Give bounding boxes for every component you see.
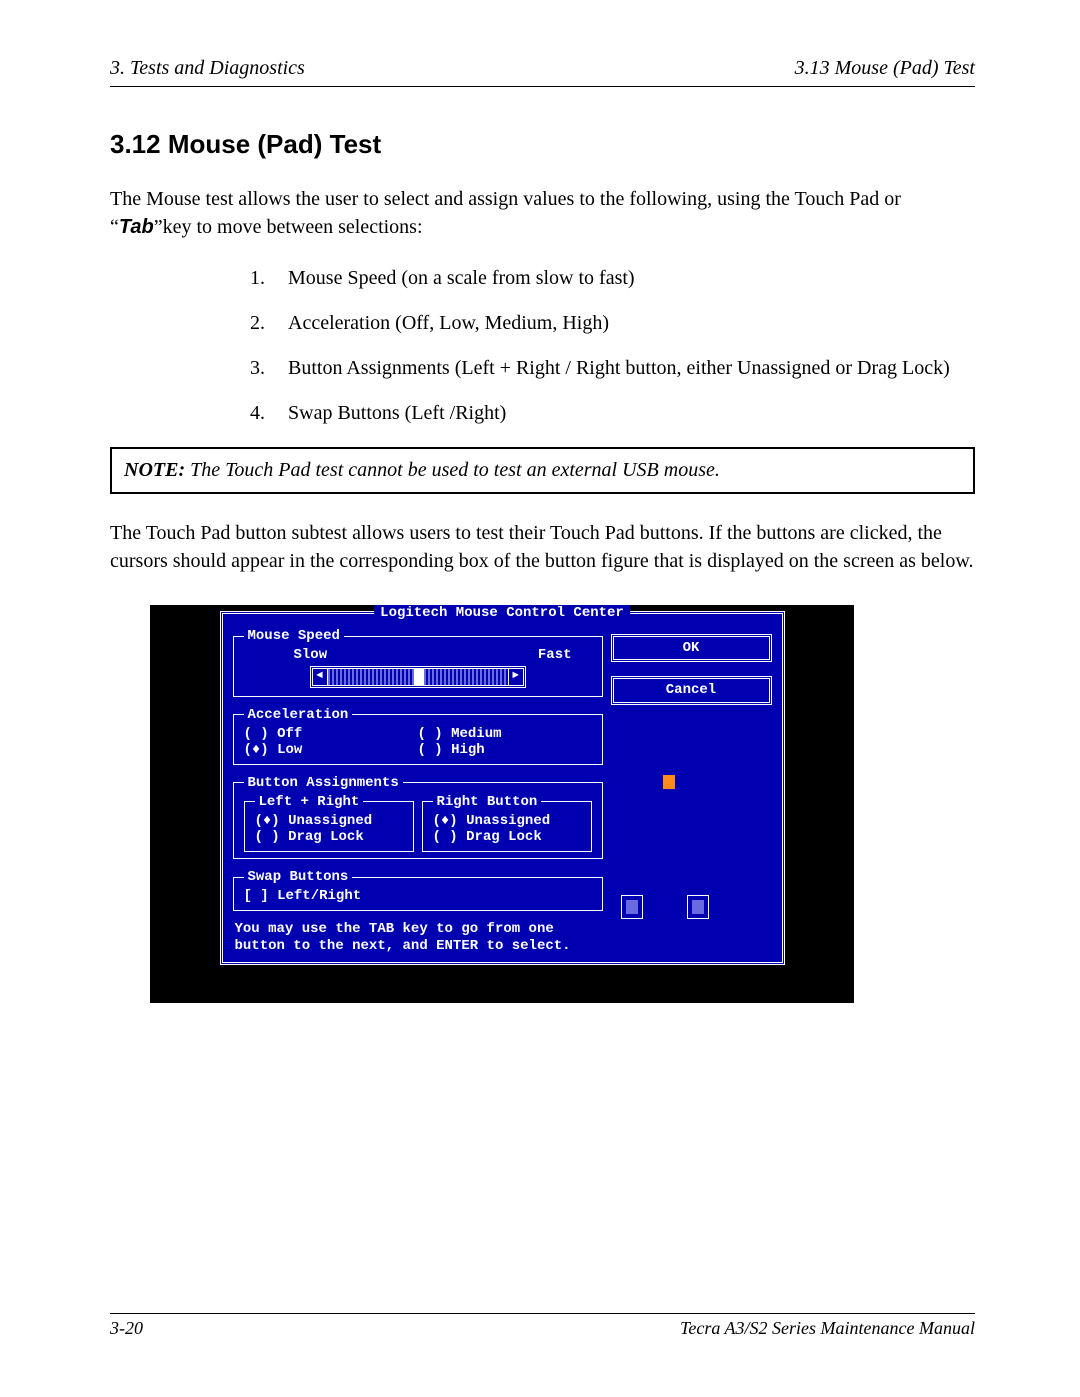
left-right-group: Left + Right (♦) Unassigned ( ) Drag Loc…	[244, 794, 414, 852]
rb-draglock-radio[interactable]: ( ) Drag Lock	[433, 829, 581, 845]
button-assignments-group: Button Assignments Left + Right (♦) Unas…	[233, 775, 603, 859]
list-item: Button Assignments (Left + Right / Right…	[250, 357, 975, 380]
paragraph-2: The Touch Pad button subtest allows user…	[110, 520, 975, 575]
dos-left-col: Mouse Speed Slow Fast ◄	[233, 618, 603, 953]
left-button-indicator	[621, 895, 643, 919]
feature-list: Mouse Speed (on a scale from slow to fas…	[250, 267, 975, 425]
swap-buttons-legend: Swap Buttons	[244, 869, 353, 885]
slider-track[interactable]	[328, 669, 508, 685]
screenshot-figure: Logitech Mouse Control Center Mouse Spee…	[150, 605, 854, 1002]
mouse-speed-legend: Mouse Speed	[244, 628, 344, 644]
slider-thumb[interactable]	[414, 669, 424, 685]
header-right: 3.13 Mouse (Pad) Test	[795, 57, 975, 80]
accel-high-radio[interactable]: ( ) High	[418, 742, 592, 758]
cancel-button[interactable]: Cancel	[611, 676, 772, 704]
dos-right-col: OK Cancel	[603, 618, 772, 953]
dos-panel: Logitech Mouse Control Center Mouse Spee…	[220, 611, 785, 964]
right-button-indicator	[687, 895, 709, 919]
page-number: 3-20	[110, 1318, 143, 1339]
ok-button[interactable]: OK	[611, 634, 772, 662]
page: 3. Tests and Diagnostics 3.13 Mouse (Pad…	[0, 0, 1080, 1397]
page-footer: 3-20 Tecra A3/S2 Series Maintenance Manu…	[110, 1313, 975, 1339]
button-assignments-legend: Button Assignments	[244, 775, 403, 791]
note-label: NOTE:	[124, 459, 185, 481]
left-right-legend: Left + Right	[255, 794, 364, 810]
accel-medium-radio[interactable]: ( ) Medium	[418, 726, 592, 742]
acceleration-group: Acceleration ( ) Off (♦) Low ( ) Medium …	[233, 707, 603, 765]
intro-paragraph: The Mouse test allows the user to select…	[110, 186, 975, 241]
mouse-speed-group: Mouse Speed Slow Fast ◄	[233, 628, 603, 696]
page-header: 3. Tests and Diagnostics 3.13 Mouse (Pad…	[110, 57, 975, 80]
rb-unassigned-radio[interactable]: (♦) Unassigned	[433, 813, 581, 829]
slider-right-arrow-icon[interactable]: ►	[508, 669, 523, 685]
dos-title: Logitech Mouse Control Center	[374, 605, 630, 621]
section-heading: 3.12 Mouse (Pad) Test	[110, 129, 975, 160]
list-item: Acceleration (Off, Low, Medium, High)	[250, 312, 975, 335]
lr-draglock-radio[interactable]: ( ) Drag Lock	[255, 829, 403, 845]
accel-low-radio[interactable]: (♦) Low	[244, 742, 418, 758]
lr-unassigned-radio[interactable]: (♦) Unassigned	[255, 813, 403, 829]
hint-line-1: You may use the TAB key to go from one	[235, 921, 601, 937]
footer-rule	[110, 1313, 975, 1314]
slider-left-arrow-icon[interactable]: ◄	[313, 669, 328, 685]
header-left: 3. Tests and Diagnostics	[110, 57, 305, 80]
cursor-indicator-icon	[663, 775, 675, 789]
manual-title: Tecra A3/S2 Series Maintenance Manual	[680, 1318, 975, 1339]
list-item: Mouse Speed (on a scale from slow to fas…	[250, 267, 975, 290]
speed-slider[interactable]: ◄ ►	[310, 666, 526, 688]
note-text: The Touch Pad test cannot be used to tes…	[185, 459, 720, 481]
hint-line-2: button to the next, and ENTER to select.	[235, 938, 601, 954]
right-button-legend: Right Button	[433, 794, 542, 810]
swap-leftright-checkbox[interactable]: [ ] Left/Right	[244, 888, 592, 904]
dos-columns: Mouse Speed Slow Fast ◄	[233, 618, 772, 953]
list-item: Swap Buttons (Left /Right)	[250, 402, 975, 425]
mouse-button-indicators	[621, 895, 772, 919]
note-box: NOTE: The Touch Pad test cannot be used …	[110, 447, 975, 494]
slider-labels: Slow Fast	[244, 647, 592, 663]
header-rule	[110, 86, 975, 87]
swap-buttons-group: Swap Buttons [ ] Left/Right	[233, 869, 603, 911]
dos-window: Logitech Mouse Control Center Mouse Spee…	[220, 611, 785, 964]
dos-screen-bg: Logitech Mouse Control Center Mouse Spee…	[150, 605, 854, 1002]
right-button-group: Right Button (♦) Unassigned ( ) Drag Loc…	[422, 794, 592, 852]
fast-label: Fast	[538, 647, 572, 663]
slow-label: Slow	[294, 647, 328, 663]
accel-off-radio[interactable]: ( ) Off	[244, 726, 418, 742]
hint-text: You may use the TAB key to go from one b…	[233, 921, 603, 953]
intro-post: ”key to move between selections:	[154, 216, 423, 238]
tab-key-word: Tab	[119, 216, 154, 238]
acceleration-legend: Acceleration	[244, 707, 353, 723]
